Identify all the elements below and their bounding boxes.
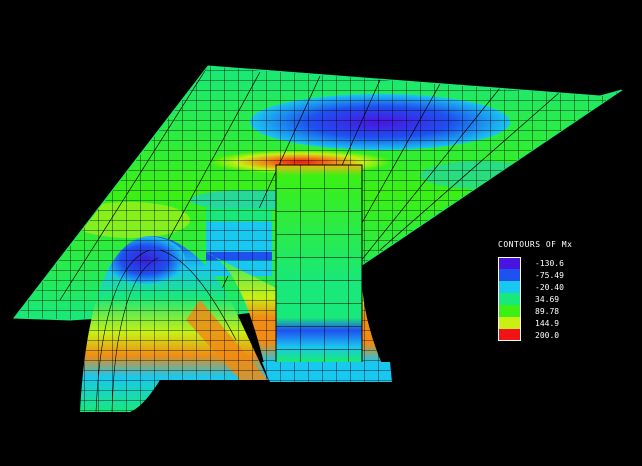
legend-rows: -130.6 -75.49 -20.40 34.69 89.78 144.9 200.0: [498, 257, 638, 341]
rear-column: [206, 208, 272, 276]
legend-value: -130.6: [535, 258, 564, 268]
legend-entry: -20.40: [498, 281, 638, 293]
legend-value: 200.0: [535, 330, 560, 340]
main-column: [275, 164, 363, 378]
legend-swatch: [498, 293, 521, 305]
legend-entry: -75.49: [498, 269, 638, 281]
legend-title: CONTOURS OF Mx: [498, 240, 573, 249]
legend-entry: 89.78: [498, 305, 638, 317]
legend-value: -75.49: [535, 270, 564, 280]
legend-swatch: [498, 281, 521, 293]
legend-swatch: [498, 305, 521, 317]
legend-swatch: [498, 257, 521, 269]
pier-base: [262, 362, 392, 382]
fem-contour-viewport[interactable]: [0, 0, 642, 466]
contour-legend: CONTOURS OF Mx -130.6 -75.49 -20.40 34.69 89…: [498, 240, 638, 341]
legend-value: 34.69: [535, 294, 560, 304]
legend-value: 144.9: [535, 318, 560, 328]
legend-swatch: [498, 269, 521, 281]
legend-entry: 144.9: [498, 317, 638, 329]
legend-value: -20.40: [535, 282, 564, 292]
legend-swatch: [498, 317, 521, 329]
legend-entry: 34.69: [498, 293, 638, 305]
legend-swatch: [498, 329, 521, 341]
legend-entry: -130.6: [498, 257, 638, 269]
legend-value: 89.78: [535, 306, 560, 316]
legend-entry: 200.0: [498, 329, 638, 341]
